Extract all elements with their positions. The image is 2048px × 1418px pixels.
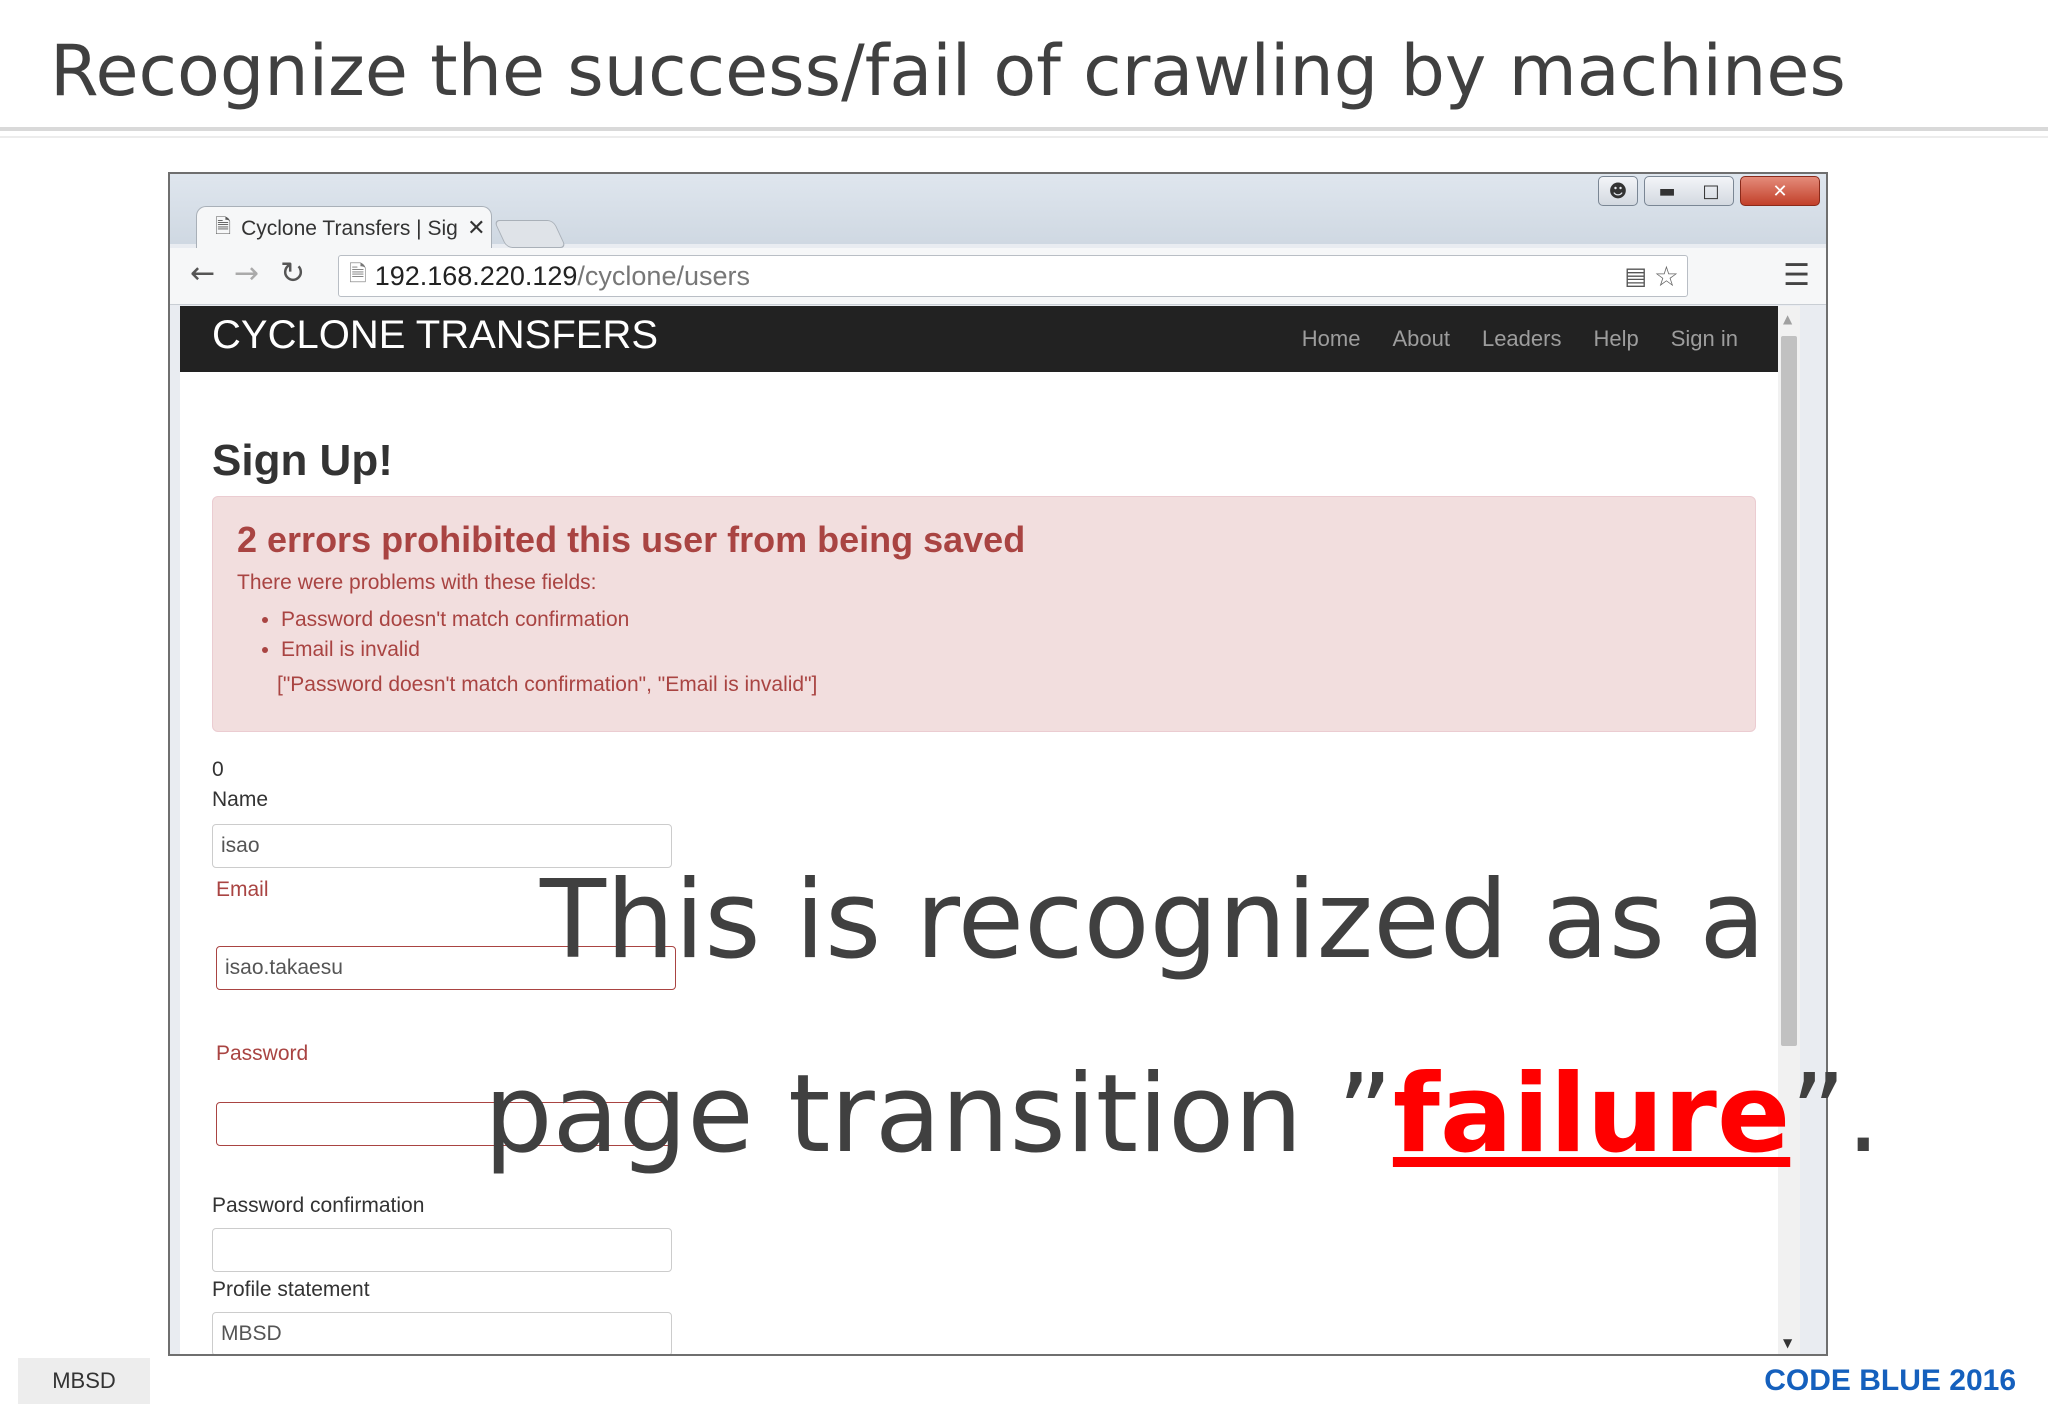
error-alert: 2 errors prohibited this user from being… — [212, 496, 1756, 732]
nav-help[interactable]: Help — [1593, 326, 1638, 352]
nav-leaders[interactable]: Leaders — [1482, 326, 1562, 352]
password-confirmation-field[interactable] — [212, 1228, 672, 1272]
url-host: 192.168.220.129 — [374, 260, 578, 291]
menu-icon[interactable]: ☰ — [1783, 258, 1810, 293]
password-confirmation-label: Password confirmation — [212, 1194, 425, 1217]
address-bar[interactable]: 🗎 192.168.220.129/cyclone/users ▤ ☆ — [338, 255, 1688, 297]
forward-arrow-icon[interactable]: → — [234, 256, 259, 291]
profile-statement-label: Profile statement — [212, 1278, 370, 1301]
error-counter: 0 — [212, 758, 224, 781]
bookmark-star-icon[interactable]: ☆ — [1654, 260, 1679, 293]
page-icon: 🗎 — [215, 213, 232, 238]
nav-about[interactable]: About — [1392, 326, 1450, 352]
nav-sign-in[interactable]: Sign in — [1671, 326, 1738, 352]
browser-window: ☻ ▬ □ ✕ 🗎 Cyclone Transfers | Sig ✕ ← → … — [168, 172, 1828, 1356]
user-icon: ☻ — [1608, 180, 1628, 202]
alert-raw-errors: ["Password doesn't match confirmation", … — [277, 673, 818, 696]
name-label: Name — [212, 788, 269, 811]
page-scrollbar[interactable]: ▲ ▼ — [1778, 306, 1800, 1354]
password-label: Password — [216, 1042, 309, 1065]
page-icon: 🗎 — [349, 262, 367, 287]
caption-suffix: ”. — [1790, 1052, 1881, 1177]
profile-statement-field[interactable]: MBSD — [212, 1312, 672, 1354]
email-label: Email — [216, 878, 269, 901]
browser-tab[interactable]: 🗎 Cyclone Transfers | Sig ✕ — [196, 206, 492, 250]
close-window-button[interactable]: ✕ — [1740, 176, 1820, 206]
site-navbar: CYCLONE TRANSFERS Home About Leaders Hel… — [180, 306, 1778, 372]
site-nav: Home About Leaders Help Sign in — [1302, 306, 1738, 372]
footer-event: CODE BLUE 2016 — [1764, 1364, 2016, 1397]
reload-icon[interactable]: ↻ — [280, 256, 305, 291]
title-divider — [0, 127, 2048, 131]
back-arrow-icon[interactable]: ← — [190, 256, 215, 291]
title-divider-secondary — [0, 136, 2048, 138]
browser-toolbar: ← → ↻ 🗎 192.168.220.129/cyclone/users ▤ … — [170, 248, 1826, 305]
slide-title: Recognize the success/fail of crawling b… — [50, 30, 1846, 112]
alert-subtitle: There were problems with these fields: — [237, 571, 597, 594]
tab-title: Cyclone Transfers | Sig — [241, 216, 458, 240]
window-titlebar: ☻ ▬ □ ✕ 🗎 Cyclone Transfers | Sig ✕ — [170, 174, 1826, 250]
footer-company: MBSD — [18, 1358, 150, 1404]
scroll-up-icon[interactable]: ▲ — [1783, 312, 1792, 326]
translate-icon[interactable]: ▤ — [1624, 262, 1647, 290]
caption-prefix: page transition ” — [484, 1052, 1393, 1177]
maximize-icon[interactable]: □ — [1689, 181, 1733, 202]
caption-line-1: This is recognized as a — [540, 858, 1766, 983]
minimize-maximize-group: ▬ □ — [1644, 176, 1734, 206]
caption-line-2: page transition ”failure”. — [484, 1052, 1880, 1177]
page-viewport: CYCLONE TRANSFERS Home About Leaders Hel… — [180, 306, 1800, 1354]
user-profile-button[interactable]: ☻ — [1598, 176, 1638, 206]
scroll-thumb[interactable] — [1781, 336, 1797, 1046]
page-heading: Sign Up! — [212, 436, 393, 485]
list-item: Email is invalid — [281, 635, 629, 665]
alert-title: 2 errors prohibited this user from being… — [237, 519, 1026, 560]
url-path: /cyclone/users — [577, 260, 750, 291]
new-tab-button[interactable] — [493, 220, 567, 248]
scroll-down-icon[interactable]: ▼ — [1783, 1336, 1792, 1350]
site-brand[interactable]: CYCLONE TRANSFERS — [212, 313, 658, 358]
minimize-icon[interactable]: ▬ — [1645, 181, 1689, 202]
nav-home[interactable]: Home — [1302, 326, 1361, 352]
failure-emphasis: failure — [1392, 1052, 1791, 1177]
close-icon: ✕ — [1772, 180, 1788, 202]
window-controls: ☻ ▬ □ ✕ — [1598, 176, 1820, 206]
alert-error-list: Password doesn't match confirmation Emai… — [253, 605, 629, 665]
list-item: Password doesn't match confirmation — [281, 605, 629, 635]
tab-close-icon[interactable]: ✕ — [467, 216, 485, 241]
